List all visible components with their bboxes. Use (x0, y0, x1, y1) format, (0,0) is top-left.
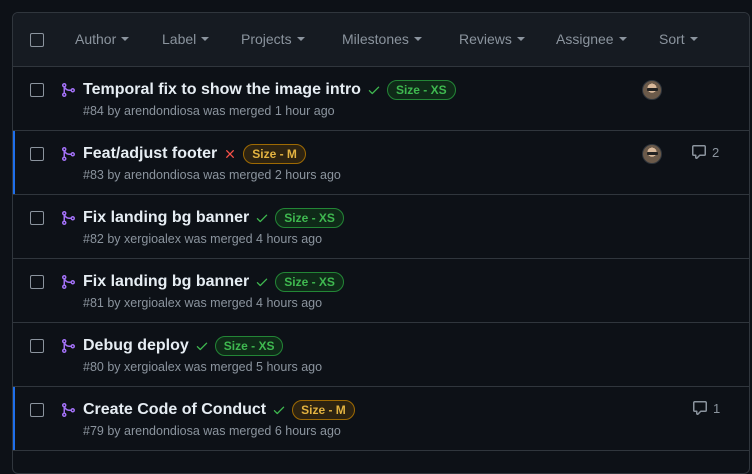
chevron-down-icon (201, 37, 210, 42)
reviews-filter[interactable]: Reviews (459, 31, 525, 47)
pr-title-link[interactable]: Feat/adjust footer (83, 145, 217, 163)
pr-title-link[interactable]: Create Code of Conduct (83, 401, 266, 419)
check-icon[interactable] (272, 403, 286, 417)
pr-row[interactable]: Debug deploy Size - XS #80 by xergioalex w… (13, 323, 749, 387)
pr-merged-time: was merged 2 hours ago (203, 168, 341, 182)
pr-meta: #83 by arendondiosa was merged 2 hours a… (83, 168, 341, 182)
pr-number: #83 (83, 168, 104, 182)
pr-meta: #80 by xergioalex was merged 5 hours ago (83, 360, 323, 374)
pr-number: #80 (83, 360, 104, 374)
chevron-down-icon (689, 37, 698, 42)
pr-select-checkbox[interactable] (30, 275, 44, 289)
pr-title-line: Fix landing bg banner Size - XS (83, 271, 344, 293)
pr-number: #82 (83, 232, 104, 246)
pr-meta: #82 by xergioalex was merged 4 hours ago (83, 232, 323, 246)
pr-select-checkbox[interactable] (30, 147, 44, 161)
pr-author-link[interactable]: arendondiosa (124, 424, 200, 438)
author-filter[interactable]: Author (75, 31, 130, 47)
milestones-filter-label: Milestones (342, 31, 409, 47)
pr-select-checkbox[interactable] (30, 83, 44, 97)
pr-title-link[interactable]: Debug deploy (83, 337, 189, 355)
pr-merged-time: was merged 4 hours ago (184, 296, 323, 310)
pr-row[interactable]: Fix landing bg banner Size - XS #81 by xer… (13, 259, 749, 323)
pr-author-link[interactable]: xergioalex (124, 296, 181, 310)
comment-count: 2 (712, 144, 720, 160)
size-label[interactable]: Size - XS (275, 272, 344, 292)
comments-link[interactable]: 2 (691, 144, 719, 160)
chevron-down-icon (413, 37, 422, 42)
pr-number: #84 (83, 104, 104, 118)
pr-list-header: Author Label Projects Milestones Reviews… (13, 13, 749, 67)
git-merge-icon (60, 338, 76, 354)
size-label[interactable]: Size - XS (275, 208, 344, 228)
git-merge-icon (60, 274, 76, 290)
check-icon[interactable] (367, 83, 381, 97)
reviews-filter-label: Reviews (459, 31, 512, 47)
pr-rows: Temporal fix to show the image intro Size… (13, 67, 749, 451)
pr-meta: #84 by arendondiosa was merged 1 hour ag… (83, 104, 335, 118)
pr-select-checkbox[interactable] (30, 339, 44, 353)
chevron-down-icon (121, 37, 130, 42)
git-merge-icon (60, 210, 76, 226)
chevron-down-icon (618, 37, 627, 42)
pr-select-checkbox[interactable] (30, 211, 44, 225)
pr-number: #81 (83, 296, 104, 310)
pr-merged-time: was merged 5 hours ago (184, 360, 323, 374)
projects-filter-label: Projects (241, 31, 292, 47)
pr-row[interactable]: Temporal fix to show the image intro Size… (13, 67, 749, 131)
pr-title-line: Temporal fix to show the image intro Size… (83, 79, 456, 101)
projects-filter[interactable]: Projects (241, 31, 305, 47)
label-filter[interactable]: Label (162, 31, 210, 47)
pr-title-line: Feat/adjust footer Size - M (83, 143, 306, 165)
pr-author-link[interactable]: xergioalex (124, 232, 181, 246)
pr-row[interactable]: Feat/adjust footer Size - M #83 by arendon… (13, 131, 749, 195)
check-icon[interactable] (255, 211, 269, 225)
x-icon[interactable] (223, 147, 237, 161)
author-filter-label: Author (75, 31, 117, 47)
comment-icon (691, 144, 707, 160)
sort-filter-label: Sort (659, 31, 685, 47)
assignee-filter[interactable]: Assignee (556, 31, 627, 47)
check-icon[interactable] (255, 275, 269, 289)
assignee-avatar[interactable] (642, 144, 662, 164)
pr-title-line: Create Code of Conduct Size - M (83, 399, 355, 421)
pr-list: Author Label Projects Milestones Reviews… (12, 12, 750, 474)
git-merge-icon (60, 82, 76, 98)
pr-merged-time: was merged 1 hour ago (203, 104, 335, 118)
pr-author-link[interactable]: arendondiosa (124, 104, 200, 118)
pr-title-link[interactable]: Fix landing bg banner (83, 209, 249, 227)
pr-row[interactable]: Fix landing bg banner Size - XS #82 by xer… (13, 195, 749, 259)
label-filter-label: Label (162, 31, 197, 47)
pr-row[interactable]: Create Code of Conduct Size - M #79 by are… (13, 387, 749, 451)
size-label[interactable]: Size - XS (214, 336, 284, 356)
pr-title-link[interactable]: Fix landing bg banner (83, 273, 249, 291)
git-merge-icon (60, 402, 76, 418)
pr-merged-time: was merged 6 hours ago (203, 424, 341, 438)
pr-author-link[interactable]: xergioalex (124, 360, 181, 374)
pr-title-line: Debug deploy Size - XS (83, 335, 284, 357)
pr-number: #79 (83, 424, 104, 438)
comment-icon (692, 400, 708, 416)
pr-merged-time: was merged 4 hours ago (184, 232, 323, 246)
sort-filter[interactable]: Sort (659, 31, 698, 47)
size-label[interactable]: Size - XS (386, 80, 456, 100)
pr-select-checkbox[interactable] (30, 403, 44, 417)
comment-count: 1 (713, 400, 721, 416)
pr-author-link[interactable]: arendondiosa (124, 168, 200, 182)
chevron-down-icon (516, 37, 525, 42)
size-label[interactable]: Size - M (243, 144, 306, 164)
milestones-filter[interactable]: Milestones (342, 31, 422, 47)
pr-title-link[interactable]: Temporal fix to show the image intro (83, 81, 361, 99)
pr-meta: #81 by xergioalex was merged 4 hours ago (83, 296, 323, 310)
select-all-checkbox[interactable] (30, 33, 44, 47)
git-merge-icon (60, 146, 76, 162)
size-label[interactable]: Size - M (292, 400, 355, 420)
comments-link[interactable]: 1 (692, 400, 720, 416)
assignee-avatar[interactable] (642, 80, 662, 100)
chevron-down-icon (296, 37, 305, 42)
assignee-filter-label: Assignee (556, 31, 614, 47)
pr-meta: #79 by arendondiosa was merged 6 hours a… (83, 424, 341, 438)
pr-title-line: Fix landing bg banner Size - XS (83, 207, 344, 229)
check-icon[interactable] (195, 339, 209, 353)
